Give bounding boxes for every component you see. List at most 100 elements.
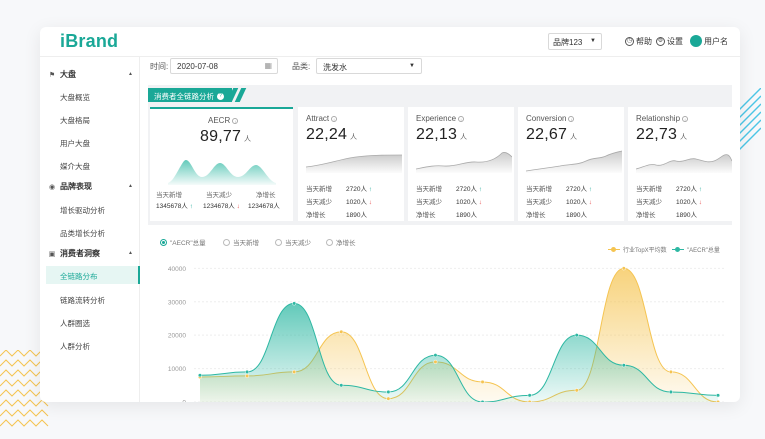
card-unit: 人	[244, 136, 252, 143]
data-point[interactable]	[433, 353, 438, 358]
legend-label: "AECR"总量	[687, 248, 720, 254]
data-point[interactable]	[480, 399, 485, 402]
row-value: 1020人 ↓	[346, 196, 372, 206]
chevron-up-icon[interactable]: ▲	[128, 71, 133, 77]
metric-card-attract[interactable]: Attract i 22,24 人 当天新增 2720人 ↑ 当天减少 1020人 ↓ …	[298, 107, 404, 221]
card-unit: 人	[680, 134, 688, 141]
metric-card-relationship[interactable]: Relationship i 22,73 人 当天新增 2720人 ↑ 当天减少 102…	[628, 107, 734, 221]
date-input[interactable]: 2020-07-08 ▦	[170, 58, 278, 74]
row-value-text: 2720人	[676, 186, 697, 193]
sparkline-experience	[416, 152, 512, 173]
row-value: 1890人	[676, 212, 697, 219]
metric-row: 当天减少 1020人 ↓	[416, 196, 482, 206]
card-title-text: Attract	[306, 114, 330, 123]
data-point[interactable]	[386, 396, 391, 401]
category-select[interactable]: 洗发水 ▼	[316, 58, 422, 74]
sidebar-item[interactable]: 用户大盘	[60, 138, 90, 149]
metric-card-aecr[interactable]: AECR i 89,77 人 当天新增 当天减少 净增长 1345678人 ↑ 1…	[150, 107, 293, 221]
data-point[interactable]	[292, 301, 297, 306]
data-point[interactable]	[574, 333, 579, 338]
sidebar-item[interactable]: 人群圈选	[60, 318, 90, 329]
help-button[interactable]: ◷ 帮助	[625, 36, 652, 47]
radio-icon	[275, 238, 282, 246]
app-logo[interactable]: iBrand	[60, 31, 118, 52]
sidebar-item[interactable]: 大盘格局	[60, 115, 90, 126]
data-point[interactable]	[668, 389, 673, 395]
data-point[interactable]	[292, 369, 297, 374]
legend-marker	[608, 247, 620, 252]
card-title: Attract i	[306, 114, 338, 123]
sidebar-item[interactable]: 媒介大盘	[60, 161, 90, 172]
help-icon[interactable]: ?	[217, 92, 224, 100]
stat-label-new: 当天新增	[156, 192, 182, 199]
sidebar-group-label: 品牌表现	[60, 182, 92, 191]
data-point[interactable]	[621, 266, 626, 271]
row-label: 当天新增	[416, 186, 442, 193]
card-title-text: Relationship	[636, 114, 681, 123]
section-title: 消费者全链路分析	[154, 91, 214, 101]
sidebar-item-active[interactable]: 全链路分布	[46, 266, 140, 284]
data-point[interactable]	[339, 383, 344, 388]
metric-row: 净增长 1890人	[306, 209, 367, 219]
radio-total[interactable]: "AECR"总量	[160, 237, 206, 247]
legend-industry[interactable]: 行业TopX平均数	[608, 245, 667, 254]
data-point[interactable]	[574, 388, 579, 393]
sidebar-item[interactable]: 品类增长分析	[60, 228, 105, 239]
row-value: 2720人 ↑	[456, 183, 482, 193]
metric-row: 当天新增 2720人 ↑	[416, 183, 482, 193]
data-point[interactable]	[668, 369, 673, 374]
top-header: iBrand 品牌123 ▼ ◷ 帮助 ⚙ 设置 用户名	[40, 27, 740, 57]
settings-label: 设置	[667, 37, 683, 46]
sidebar-item[interactable]: 增长驱动分析	[60, 205, 105, 216]
time-label: 时间:	[150, 62, 169, 71]
metric-card-conversion[interactable]: Conversion i 22,67 人 当天新增 2720人 ↑ 当天减少 1020人…	[518, 107, 624, 221]
stat-value-text: 1345678人	[156, 203, 188, 210]
sidebar-item[interactable]: 大盘概览	[60, 92, 90, 103]
row-label: 当天减少	[306, 199, 332, 206]
data-point[interactable]	[621, 363, 626, 368]
user-menu[interactable]: 用户名	[690, 35, 728, 47]
caret-down-icon: ▼	[590, 38, 596, 44]
stat-label-net: 净增长	[256, 192, 276, 199]
radio-net[interactable]: 净增长	[326, 237, 356, 247]
sidebar-group-brand[interactable]: ◉ 品牌表现	[48, 181, 92, 192]
data-point[interactable]	[715, 399, 721, 402]
sidebar-group-dapan[interactable]: ⚑ 大盘	[48, 69, 76, 80]
info-icon: i	[331, 115, 338, 122]
sidebar-item[interactable]: 链路流转分析	[60, 295, 105, 306]
row-label: 当天新增	[526, 186, 552, 193]
radio-label: 当天减少	[285, 240, 311, 247]
chevron-up-icon[interactable]: ▲	[128, 183, 133, 189]
data-point[interactable]	[433, 359, 438, 364]
data-point[interactable]	[527, 393, 532, 398]
data-point[interactable]	[527, 399, 532, 402]
chevron-up-icon[interactable]: ▲	[128, 250, 133, 256]
arrow-down-icon: ↓	[478, 199, 483, 206]
sidebar-group-consumer[interactable]: ▣ 消费者洞察	[48, 248, 100, 259]
data-point[interactable]	[245, 369, 250, 374]
radio-label: "AECR"总量	[170, 240, 206, 247]
settings-button[interactable]: ⚙ 设置	[656, 36, 683, 47]
metric-row: 净增长 1890人	[416, 209, 477, 219]
row-value: 1020人 ↓	[566, 196, 592, 206]
data-point[interactable]	[386, 389, 391, 395]
radio-new[interactable]: 当天新增	[223, 237, 259, 247]
metric-card-experience[interactable]: Experience i 22,13 人 当天新增 2720人 ↑ 当天减少 1020人…	[408, 107, 514, 221]
metric-row: 当天减少 1020人 ↓	[306, 196, 372, 206]
category-label: 品类:	[292, 62, 311, 71]
data-point[interactable]	[245, 373, 250, 378]
data-point[interactable]	[339, 329, 344, 334]
gear-icon: ⚙	[656, 37, 665, 46]
sidebar-item[interactable]: 人群分析	[60, 341, 90, 352]
legend-aecr[interactable]: "AECR"总量	[672, 245, 720, 254]
data-point[interactable]	[480, 379, 485, 385]
row-label: 当天减少	[416, 199, 442, 206]
radio-icon	[223, 238, 230, 246]
metric-row: 当天减少 1020人 ↓	[636, 196, 702, 206]
data-point[interactable]	[197, 373, 203, 378]
data-point[interactable]	[715, 393, 721, 398]
brand-select[interactable]: 品牌123 ▼	[548, 33, 602, 50]
radio-label: 净增长	[336, 240, 356, 247]
radio-decrease[interactable]: 当天减少	[275, 237, 311, 247]
row-value-text: 1020人	[676, 199, 697, 206]
